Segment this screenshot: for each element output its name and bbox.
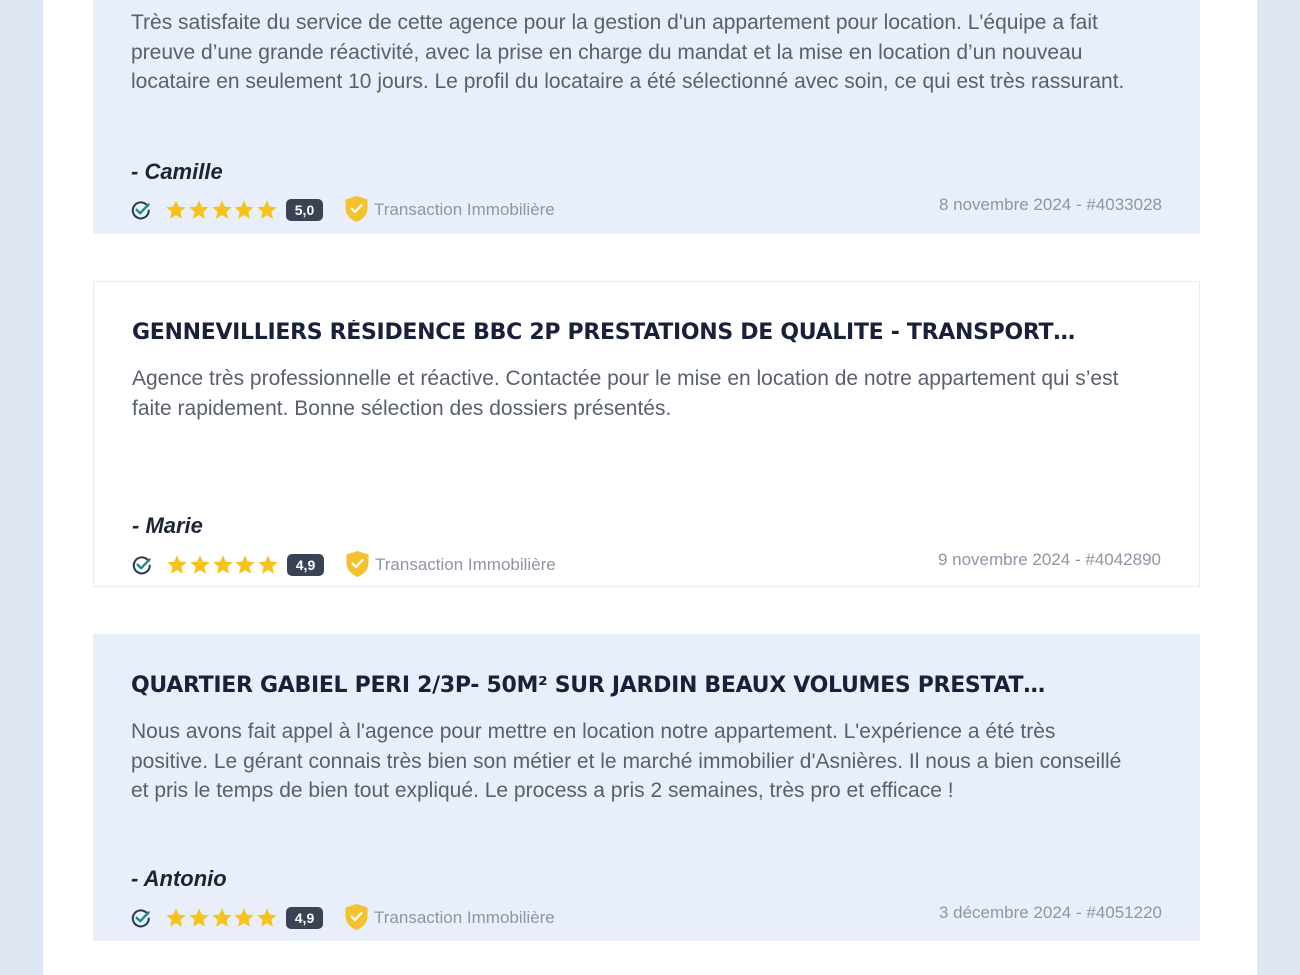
- star-icon: [234, 908, 255, 927]
- review-meta: 4,9 Transaction Immobilière 3 décembre 2…: [131, 902, 1162, 932]
- verified-check-icon: [131, 909, 150, 928]
- star-icon: [257, 908, 277, 927]
- review-card: GENNEVILLIERS RÉSIDENCE BBC 2P PRESTATIO…: [93, 281, 1200, 587]
- star-icon: [190, 555, 210, 574]
- review-text: Agence très professionnelle et réactive.…: [132, 367, 1119, 420]
- rating-score-badge: 5,0: [286, 199, 323, 221]
- review-category: Transaction Immobilière: [374, 200, 555, 219]
- shield-check-icon: [346, 551, 369, 577]
- verified-check-icon: [131, 201, 150, 220]
- star-icon: [234, 200, 255, 219]
- review-title[interactable]: GENNEVILLIERS RÉSIDENCE BBC 2P PRESTATIO…: [132, 320, 1169, 345]
- star-icon: [189, 200, 209, 219]
- star-icon: [212, 555, 233, 574]
- review-meta: 4,9 Transaction Immobilière 9 novembre 2…: [132, 549, 1161, 579]
- review-date-ref: 8 novembre 2024 - #4033028: [938, 195, 1162, 214]
- review-text: Très satisfaite du service de cette agen…: [131, 11, 1125, 94]
- review-title[interactable]: QUARTIER GABIEL PERI 2/3P- 50M² SUR JARD…: [131, 673, 1170, 698]
- star-icon: [257, 200, 277, 219]
- star-rating: [165, 907, 279, 929]
- review-category: Transaction Immobilière: [375, 555, 556, 574]
- shield-check-icon: [345, 904, 368, 930]
- review-meta: 5,0 Transaction Immobilière 8 novembre 2…: [131, 194, 1162, 224]
- star-icon: [166, 908, 186, 927]
- review-category: Transaction Immobilière: [374, 908, 555, 927]
- review-text: Nous avons fait appel à l'agence pour me…: [131, 720, 1122, 803]
- reviews-page: Très satisfaite du service de cette agen…: [43, 0, 1257, 975]
- star-rating: [165, 199, 279, 221]
- verified-check-icon: [132, 556, 151, 575]
- review-author: - Camille: [131, 159, 223, 184]
- star-rating: [166, 554, 280, 576]
- rating-score-badge: 4,9: [287, 554, 324, 576]
- star-icon: [235, 555, 256, 574]
- rating-score-badge: 4,9: [286, 907, 323, 929]
- review-author: - Antonio: [131, 866, 227, 891]
- star-icon: [258, 555, 278, 574]
- star-icon: [166, 200, 186, 219]
- review-author: - Marie: [132, 513, 203, 538]
- review-card: Très satisfaite du service de cette agen…: [93, 0, 1200, 234]
- shield-check-icon: [345, 196, 368, 222]
- star-icon: [167, 555, 187, 574]
- review-card: QUARTIER GABIEL PERI 2/3P- 50M² SUR JARD…: [93, 634, 1200, 941]
- review-date-ref: 9 novembre 2024 - #4042890: [937, 550, 1161, 569]
- star-icon: [189, 908, 209, 927]
- star-icon: [211, 200, 232, 219]
- review-date-ref: 3 décembre 2024 - #4051220: [938, 903, 1162, 922]
- star-icon: [211, 908, 232, 927]
